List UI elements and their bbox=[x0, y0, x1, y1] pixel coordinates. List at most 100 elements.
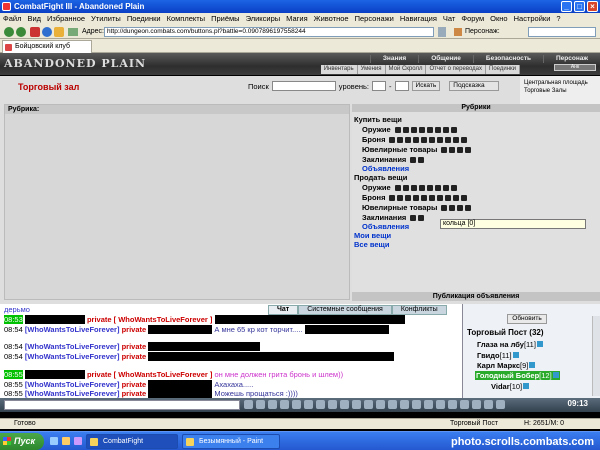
chat-private[interactable]: private bbox=[122, 389, 147, 398]
player-entry[interactable]: Гвидо[11] bbox=[477, 351, 519, 360]
tab-communication[interactable]: Общение bbox=[418, 55, 473, 63]
menu-characters[interactable]: Персонажи bbox=[352, 14, 397, 23]
taskbar-combatfight[interactable]: CombatFight bbox=[86, 434, 178, 449]
sound-icon[interactable] bbox=[292, 400, 301, 409]
location-central-square[interactable]: Центральная площадь bbox=[524, 79, 600, 87]
tab-knowledge[interactable]: Знания bbox=[369, 55, 418, 63]
chat-private[interactable]: private bbox=[122, 352, 147, 361]
refresh-icon[interactable] bbox=[42, 27, 52, 37]
buy-weapons[interactable]: Оружие bbox=[362, 125, 457, 134]
chat-private[interactable]: private bbox=[122, 342, 147, 351]
sell-jewelry[interactable]: Ювелирные товары bbox=[362, 203, 472, 212]
maximize-button[interactable]: □ bbox=[574, 1, 585, 12]
info-icon[interactable] bbox=[529, 362, 536, 368]
buy-ads-link[interactable]: Объявления bbox=[362, 164, 409, 173]
info-icon[interactable] bbox=[552, 372, 559, 378]
menu-window[interactable]: Окно bbox=[487, 14, 510, 23]
menu-elixirs[interactable]: Эликсиры bbox=[243, 14, 284, 23]
menu-pet[interactable]: Животное bbox=[311, 14, 352, 23]
weapon-icons[interactable] bbox=[394, 184, 457, 191]
menu-settings[interactable]: Настройки bbox=[511, 14, 554, 23]
spell-icons[interactable] bbox=[410, 214, 425, 221]
menu-navigation[interactable]: Навигация bbox=[397, 14, 440, 23]
player-name[interactable]: Vidar bbox=[491, 382, 510, 391]
smiles-icon[interactable] bbox=[328, 400, 337, 409]
tab-close-icon[interactable] bbox=[5, 44, 12, 51]
spell-icons[interactable] bbox=[410, 156, 425, 163]
tab-security[interactable]: Безопасность bbox=[472, 55, 543, 63]
clear-icon[interactable] bbox=[268, 400, 277, 409]
filter-icon[interactable] bbox=[280, 400, 289, 409]
minimize-button[interactable]: _ bbox=[561, 1, 572, 12]
menu-duels[interactable]: Поединки bbox=[124, 14, 164, 23]
chat-nick[interactable]: [WhoWantsToLiveForever] bbox=[25, 389, 120, 398]
info-icon[interactable] bbox=[536, 341, 543, 347]
jewelry-icons[interactable] bbox=[441, 204, 472, 211]
chat-private[interactable]: private bbox=[122, 325, 147, 334]
quicklaunch-ie-icon[interactable] bbox=[50, 437, 58, 445]
menu-techniques[interactable]: Приёмы bbox=[208, 14, 242, 23]
translit-icon[interactable] bbox=[316, 400, 325, 409]
player-entry[interactable]: Vidar[10] bbox=[491, 382, 530, 391]
all-items-link[interactable]: Все вещи bbox=[354, 240, 389, 249]
friends-icon[interactable] bbox=[436, 400, 445, 409]
clan-icon[interactable] bbox=[424, 400, 433, 409]
subnav-transfer-report[interactable]: Отчет о переводах bbox=[426, 65, 486, 74]
go-icon[interactable] bbox=[438, 27, 446, 37]
armor-icons[interactable] bbox=[389, 136, 468, 143]
pet-icon[interactable] bbox=[412, 400, 421, 409]
info-icon[interactable] bbox=[523, 383, 530, 389]
menu-sets[interactable]: Комплекты bbox=[164, 14, 209, 23]
menu-chat[interactable]: Чат bbox=[440, 14, 458, 23]
player-name[interactable]: Голодный Бобер bbox=[476, 371, 539, 380]
search-input[interactable] bbox=[271, 81, 336, 91]
settings-icon[interactable] bbox=[460, 400, 469, 409]
menu-view[interactable]: Вид bbox=[24, 14, 44, 23]
start-button[interactable]: Пуск bbox=[0, 433, 44, 450]
chat-nick[interactable]: [WhoWantsToLiveForever] bbox=[25, 380, 120, 389]
chat-nick[interactable]: [WhoWantsToLiveForever] bbox=[25, 352, 120, 361]
my-items-link[interactable]: Мои вещи bbox=[354, 231, 391, 240]
menu-file[interactable]: Файл bbox=[0, 14, 24, 23]
log-icon[interactable] bbox=[340, 400, 349, 409]
sell-weapons[interactable]: Оружие bbox=[362, 183, 457, 192]
bag-icon[interactable] bbox=[376, 400, 385, 409]
emote-icon[interactable] bbox=[256, 400, 265, 409]
weapon-icons[interactable] bbox=[394, 126, 457, 133]
close-button[interactable]: × bbox=[587, 1, 598, 12]
refresh-button[interactable]: Обновить bbox=[507, 314, 547, 324]
chat-nick[interactable]: [WhoWantsToLiveForever] bbox=[25, 325, 120, 334]
player-entry[interactable]: Глаза на лбу[11] bbox=[477, 340, 543, 349]
quicklaunch-desktop-icon[interactable] bbox=[62, 437, 70, 445]
ank-button[interactable]: Анк bbox=[554, 64, 596, 71]
forward-icon[interactable] bbox=[16, 27, 26, 37]
player-name[interactable]: Глаза на лбу bbox=[477, 340, 524, 349]
location-trading-halls[interactable]: Торговые Залы bbox=[524, 87, 600, 95]
subnav-duels[interactable]: Поединки bbox=[486, 65, 520, 74]
send-icon[interactable] bbox=[244, 400, 253, 409]
tab-chat[interactable]: Чат bbox=[268, 305, 299, 315]
help-icon[interactable] bbox=[484, 400, 493, 409]
hint-button[interactable]: Подсказка bbox=[449, 81, 500, 91]
menu-utils[interactable]: Утилиты bbox=[88, 14, 124, 23]
player-entry[interactable]: Карл Маркс[9] bbox=[477, 361, 536, 370]
level-min-input[interactable] bbox=[372, 81, 387, 91]
search-button[interactable]: Искать bbox=[411, 81, 441, 91]
chat-private[interactable]: private [ WhoWantsToLiveForever ] bbox=[87, 315, 212, 324]
chat-private[interactable]: private bbox=[122, 380, 147, 389]
sell-spells[interactable]: Заклинания bbox=[362, 213, 425, 222]
chat-nick[interactable]: [WhoWantsToLiveForever] bbox=[25, 342, 120, 351]
tab-conflicts[interactable]: Конфликты bbox=[391, 305, 447, 315]
persona-select[interactable] bbox=[528, 27, 596, 37]
subnav-my-scroll[interactable]: Мой Скролл bbox=[386, 65, 427, 74]
stop-icon[interactable] bbox=[30, 27, 40, 37]
favorites-icon[interactable] bbox=[68, 28, 78, 36]
home-icon[interactable] bbox=[54, 27, 64, 37]
publish-ad-bar[interactable]: Публикация объявления bbox=[352, 292, 600, 301]
menu-forum[interactable]: Форум bbox=[458, 14, 487, 23]
sell-armor[interactable]: Броня bbox=[362, 193, 468, 202]
chat-input[interactable] bbox=[4, 400, 240, 410]
subnav-inventory[interactable]: Инвентарь bbox=[321, 65, 358, 74]
tab-character[interactable]: Персонаж bbox=[543, 55, 600, 63]
level-max-input[interactable] bbox=[394, 81, 409, 91]
